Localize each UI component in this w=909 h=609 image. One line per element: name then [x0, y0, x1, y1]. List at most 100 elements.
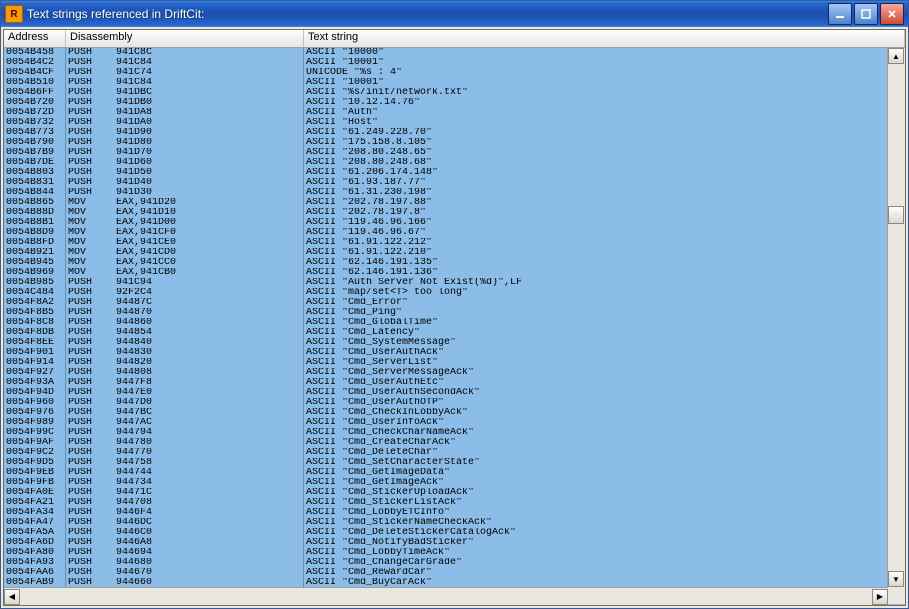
table-row[interactable]: 0054B969MOV EAX,941CB0ASCII "62.146.191.… — [4, 268, 887, 278]
table-row[interactable]: 0054F9AFPUSH 944780ASCII "Cmd_CreateChar… — [4, 438, 887, 448]
cell-disassembly: PUSH 941C74 — [66, 68, 304, 78]
table-row[interactable]: 0054F927PUSH 944808ASCII "Cmd_ServerMess… — [4, 368, 887, 378]
cell-text: UNICODE "%s : 4" — [304, 68, 887, 78]
table-row[interactable]: 0054B4C2PUSH 941C84ASCII "10001" — [4, 58, 887, 68]
scroll-thumb[interactable] — [888, 206, 904, 224]
cell-disassembly: PUSH 944680 — [66, 558, 304, 568]
table-row[interactable]: 0054F8DBPUSH 944854ASCII "Cmd_Latency" — [4, 328, 887, 338]
table-row[interactable]: 0054F9C2PUSH 944770ASCII "Cmd_DeleteChar… — [4, 448, 887, 458]
cell-address: 0054B72D — [4, 108, 66, 118]
table-row[interactable]: 0054F99CPUSH 944794ASCII "Cmd_CheckCharN… — [4, 428, 887, 438]
table-row[interactable]: 0054B732PUSH 941DA0ASCII "Host" — [4, 118, 887, 128]
table-row[interactable]: 0054F914PUSH 944820ASCII "Cmd_ServerList… — [4, 358, 887, 368]
table-row[interactable]: 0054FA6DPUSH 9446A8ASCII "Cmd_NotifyBadS… — [4, 538, 887, 548]
table-row[interactable]: 0054F8A2PUSH 94487CASCII "Cmd_Error" — [4, 298, 887, 308]
table-row[interactable]: 0054B510PUSH 941C84ASCII "10001" — [4, 78, 887, 88]
cell-disassembly: PUSH 941D30 — [66, 188, 304, 198]
table-row[interactable]: 0054F8EEPUSH 944840ASCII "Cmd_SystemMess… — [4, 338, 887, 348]
table-row[interactable]: 0054B921MOV EAX,941CD0ASCII "61.91.122.2… — [4, 248, 887, 258]
table-row[interactable]: 0054B831PUSH 941D40ASCII "61.93.187.77" — [4, 178, 887, 188]
table-row[interactable]: 0054F989PUSH 9447ACASCII "Cmd_UserInfoAc… — [4, 418, 887, 428]
table-row[interactable]: 0054FA34PUSH 9446F4ASCII "Cmd_LobbyETCIn… — [4, 508, 887, 518]
scroll-left-button[interactable]: ◀ — [4, 589, 20, 605]
cell-address: 0054F9AF — [4, 438, 66, 448]
cell-disassembly: MOV EAX,941CC0 — [66, 258, 304, 268]
col-text[interactable]: Text string — [304, 30, 905, 47]
close-button[interactable] — [880, 3, 904, 25]
table-row[interactable]: 0054F901PUSH 944830ASCII "Cmd_UserAuthAc… — [4, 348, 887, 358]
table-row[interactable]: 0054B790PUSH 941D80ASCII "175.158.8.105" — [4, 138, 887, 148]
table-row[interactable]: 0054FA93PUSH 944680ASCII "Cmd_ChangeCarG… — [4, 558, 887, 568]
table-row[interactable]: 0054F960PUSH 9447D0ASCII "Cmd_UserAuthOT… — [4, 398, 887, 408]
table-row[interactable]: 0054B720PUSH 941DB0ASCII "10.12.14.76" — [4, 98, 887, 108]
table-row[interactable]: 0054B4CFPUSH 941C74UNICODE "%s : 4" — [4, 68, 887, 78]
resize-grip[interactable] — [888, 587, 905, 604]
table-row[interactable]: 0054F9FBPUSH 944734ASCII "Cmd_GetImageAc… — [4, 478, 887, 488]
table-row[interactable]: 0054B985PUSH 941C94ASCII "Auth Server No… — [4, 278, 887, 288]
cell-text: ASCII "10001" — [304, 78, 887, 88]
cell-address: 0054B88D — [4, 208, 66, 218]
table-row[interactable]: 0054B844PUSH 941D30ASCII "61.31.230.198" — [4, 188, 887, 198]
cell-disassembly: MOV EAX,941CE0 — [66, 238, 304, 248]
cell-address: 0054B985 — [4, 278, 66, 288]
cell-text: ASCII "%s/init/network.txt" — [304, 88, 887, 98]
cell-text: ASCII "Cmd_CheckInLobbyAck" — [304, 408, 887, 418]
table-row[interactable]: 0054B865MOV EAX,941D20ASCII "202.78.197.… — [4, 198, 887, 208]
table-row[interactable]: 0054B8FDMOV EAX,941CE0ASCII "61.91.122.2… — [4, 238, 887, 248]
table-row[interactable]: 0054FA47PUSH 9446DCASCII "Cmd_StickerNam… — [4, 518, 887, 528]
table-row[interactable]: 0054B945MOV EAX,941CC0ASCII "62.146.191.… — [4, 258, 887, 268]
cell-address: 0054FAB9 — [4, 578, 66, 587]
minimize-button[interactable] — [828, 3, 852, 25]
table-row[interactable]: 0054C484PUSH 92F2C4ASCII "map/set<T> too… — [4, 288, 887, 298]
table-row[interactable]: 0054B88DMOV EAX,941D10ASCII "202.78.197.… — [4, 208, 887, 218]
window-controls — [828, 3, 904, 25]
table-row[interactable]: 0054FA5APUSH 9446C0ASCII "Cmd_DeleteStic… — [4, 528, 887, 538]
cell-disassembly: MOV EAX,941CF0 — [66, 228, 304, 238]
titlebar[interactable]: R Text strings referenced in DriftCit: — [1, 1, 908, 27]
rows-container[interactable]: 0054B458PUSH 941C8CASCII "10000"0054B4C2… — [4, 48, 887, 587]
cell-text: ASCII "202.78.197.88" — [304, 198, 887, 208]
table-row[interactable]: 0054B8D9MOV EAX,941CF0ASCII "119.46.96.6… — [4, 228, 887, 238]
table-row[interactable]: 0054F8C8PUSH 944860ASCII "Cmd_GlobalTime… — [4, 318, 887, 328]
table-row[interactable]: 0054F976PUSH 9447BCASCII "Cmd_CheckInLob… — [4, 408, 887, 418]
scroll-right-button[interactable]: ▶ — [872, 589, 888, 605]
maximize-button[interactable] — [854, 3, 878, 25]
cell-text: ASCII "62.146.191.136" — [304, 268, 887, 278]
scroll-up-button[interactable]: ▲ — [888, 48, 904, 64]
cell-disassembly: PUSH 944660 — [66, 578, 304, 587]
table-row[interactable]: 0054B7DEPUSH 941D60ASCII "208.80.248.68" — [4, 158, 887, 168]
cell-address: 0054F976 — [4, 408, 66, 418]
table-row[interactable]: 0054F93APUSH 9447F8ASCII "Cmd_UserAuthEt… — [4, 378, 887, 388]
cell-disassembly: PUSH 941C84 — [66, 58, 304, 68]
table-row[interactable]: 0054FAA6PUSH 944670ASCII "Cmd_RewardCar" — [4, 568, 887, 578]
cell-disassembly: MOV EAX,941D20 — [66, 198, 304, 208]
table-row[interactable]: 0054B803PUSH 941D50ASCII "61.206.174.148… — [4, 168, 887, 178]
scroll-down-button[interactable]: ▼ — [888, 571, 904, 587]
table-row[interactable]: 0054B458PUSH 941C8CASCII "10000" — [4, 48, 887, 58]
table-row[interactable]: 0054FA0EPUSH 94471CASCII "Cmd_StickerUpl… — [4, 488, 887, 498]
app-icon: R — [5, 5, 23, 23]
col-disassembly[interactable]: Disassembly — [66, 30, 304, 47]
table-row[interactable]: 0054FA21PUSH 944708ASCII "Cmd_StickerLis… — [4, 498, 887, 508]
vertical-scrollbar[interactable]: ▲ ▼ — [887, 48, 905, 587]
cell-address: 0054F989 — [4, 418, 66, 428]
table-row[interactable]: 0054F9D5PUSH 944758ASCII "Cmd_SetCharact… — [4, 458, 887, 468]
table-row[interactable]: 0054B6FFPUSH 941DBCASCII "%s/init/networ… — [4, 88, 887, 98]
table-row[interactable]: 0054F94DPUSH 9447E0ASCII "Cmd_UserAuthSe… — [4, 388, 887, 398]
table-row[interactable]: 0054B773PUSH 941D90ASCII "61.249.228.70" — [4, 128, 887, 138]
table-row[interactable]: 0054FAB9PUSH 944660ASCII "Cmd_BuyCarAck" — [4, 578, 887, 587]
cell-disassembly: PUSH 9447AC — [66, 418, 304, 428]
table-row[interactable]: 0054B7B9PUSH 941D70ASCII "208.80.248.65" — [4, 148, 887, 158]
cell-text: ASCII "119.46.96.166" — [304, 218, 887, 228]
horizontal-scrollbar[interactable]: ◀ ▶ — [4, 587, 888, 605]
cell-disassembly: PUSH 9447D0 — [66, 398, 304, 408]
cell-text: ASCII "Cmd_StickerListAck" — [304, 498, 887, 508]
table-row[interactable]: 0054F9EBPUSH 944744ASCII "Cmd_GetImageDa… — [4, 468, 887, 478]
table-row[interactable]: 0054B8B1MOV EAX,941D00ASCII "119.46.96.1… — [4, 218, 887, 228]
table-row[interactable]: 0054FA80PUSH 944694ASCII "Cmd_LobbyTimeA… — [4, 548, 887, 558]
table-row[interactable]: 0054F8B5PUSH 944870ASCII "Cmd_Ping" — [4, 308, 887, 318]
col-address[interactable]: Address — [4, 30, 66, 47]
table-row[interactable]: 0054B72DPUSH 941DA8ASCII "Auth" — [4, 108, 887, 118]
cell-text: ASCII "Cmd_ServerMessageAck" — [304, 368, 887, 378]
cell-text: ASCII "10001" — [304, 58, 887, 68]
